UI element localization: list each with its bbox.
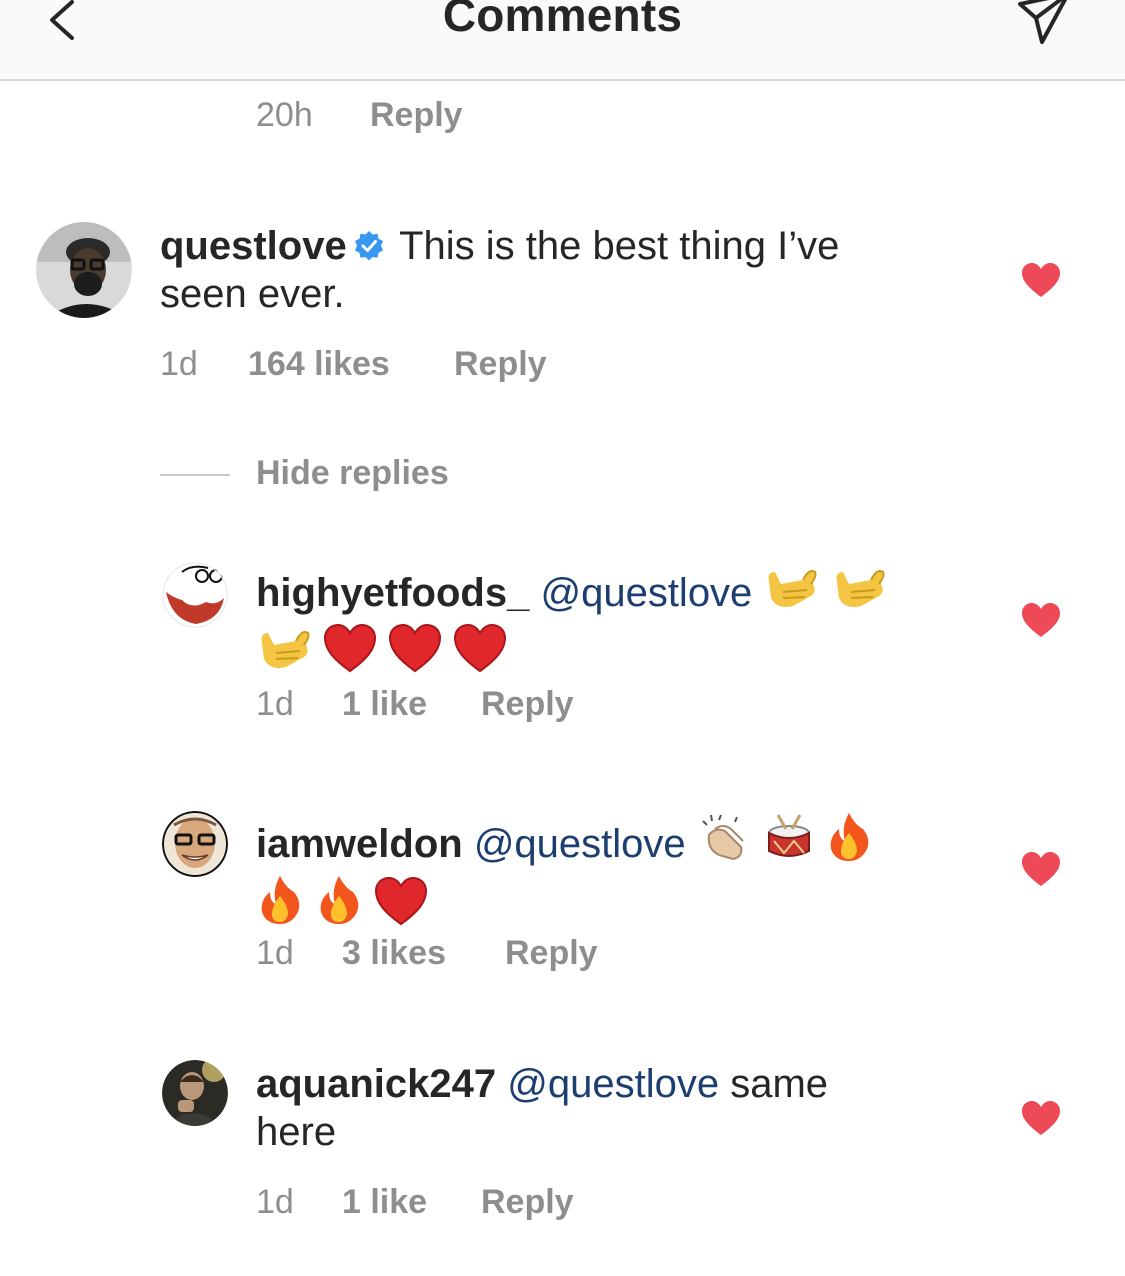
fire-emoji xyxy=(256,874,304,937)
comment-time: 1d xyxy=(256,934,294,972)
call-me-hand-emoji xyxy=(831,562,887,623)
reply-meta: 1d 3 likes Reply xyxy=(256,934,656,974)
mention-link[interactable]: @questlove xyxy=(540,571,752,615)
likes-count[interactable]: 164 likes xyxy=(248,345,390,384)
reply-text: iamweldon @questlove xyxy=(256,811,873,937)
reply-button[interactable]: Reply xyxy=(370,96,463,135)
reply-meta: 1d 1 like Reply xyxy=(256,1183,656,1223)
reply-username[interactable]: highyetfoods_ xyxy=(256,571,529,615)
reply-button[interactable]: Reply xyxy=(505,934,598,973)
mention-link[interactable]: @questlove xyxy=(507,1062,719,1106)
reply-button[interactable]: Reply xyxy=(481,1183,574,1222)
hide-replies-label: Hide replies xyxy=(256,454,449,492)
comment-time: 1d xyxy=(256,1183,294,1221)
verified-badge-icon xyxy=(354,231,383,261)
divider xyxy=(160,474,230,476)
red-heart-emoji xyxy=(323,623,377,684)
reply-meta: 1d 1 like Reply xyxy=(256,685,656,725)
comment-text: questlove This is the best thing I’ve se… xyxy=(160,222,839,318)
reply-username[interactable]: iamweldon xyxy=(256,822,463,866)
reply-button[interactable]: Reply xyxy=(454,345,547,384)
reply-body-continued: here xyxy=(256,1110,337,1154)
reply-body: same xyxy=(730,1062,829,1106)
likes-count[interactable]: 1 like xyxy=(342,685,427,724)
mention-link[interactable]: @questlove xyxy=(474,822,686,866)
page-title: Comments xyxy=(442,0,683,41)
avatar[interactable] xyxy=(162,811,228,877)
call-me-hand-emoji xyxy=(763,562,819,623)
comment-body: This is the best thing I’ve xyxy=(399,224,840,268)
paper-plane-icon[interactable] xyxy=(1016,0,1072,46)
heart-icon[interactable] xyxy=(1021,602,1061,638)
comment-meta: 1d 164 likes Reply xyxy=(160,345,660,385)
clapping-hands-emoji xyxy=(697,813,753,874)
previous-comment-meta: 20h Reply xyxy=(256,96,556,136)
heart-icon[interactable] xyxy=(1021,851,1061,887)
call-me-hand-emoji xyxy=(256,623,312,684)
avatar[interactable] xyxy=(162,1060,228,1126)
avatar[interactable] xyxy=(162,562,228,628)
reply-button[interactable]: Reply xyxy=(481,685,574,724)
comments-header: Comments xyxy=(0,0,1125,81)
comment-time: 1d xyxy=(256,685,294,723)
red-heart-emoji xyxy=(453,623,507,684)
heart-icon[interactable] xyxy=(1021,1100,1061,1136)
fire-emoji xyxy=(315,874,363,937)
likes-count[interactable]: 3 likes xyxy=(342,934,446,973)
comment-time: 20h xyxy=(256,96,313,134)
red-heart-emoji xyxy=(388,623,442,684)
comments-screen: Comments 20h Reply questlove This is the… xyxy=(0,0,1125,1276)
heart-icon[interactable] xyxy=(1021,262,1061,298)
comment-body-continued: seen ever. xyxy=(160,272,345,316)
avatar[interactable] xyxy=(36,222,132,318)
fire-emoji xyxy=(825,811,873,874)
reply-text: aquanick247 @questlove same here xyxy=(256,1060,828,1156)
reply-text: highyetfoods_ @questlove xyxy=(256,562,887,684)
reply-username[interactable]: aquanick247 xyxy=(256,1062,496,1106)
red-heart-emoji xyxy=(374,876,428,937)
likes-count[interactable]: 1 like xyxy=(342,1183,427,1222)
comment-time: 1d xyxy=(160,345,198,383)
comment-username[interactable]: questlove xyxy=(160,224,347,268)
drum-emoji xyxy=(764,811,814,874)
